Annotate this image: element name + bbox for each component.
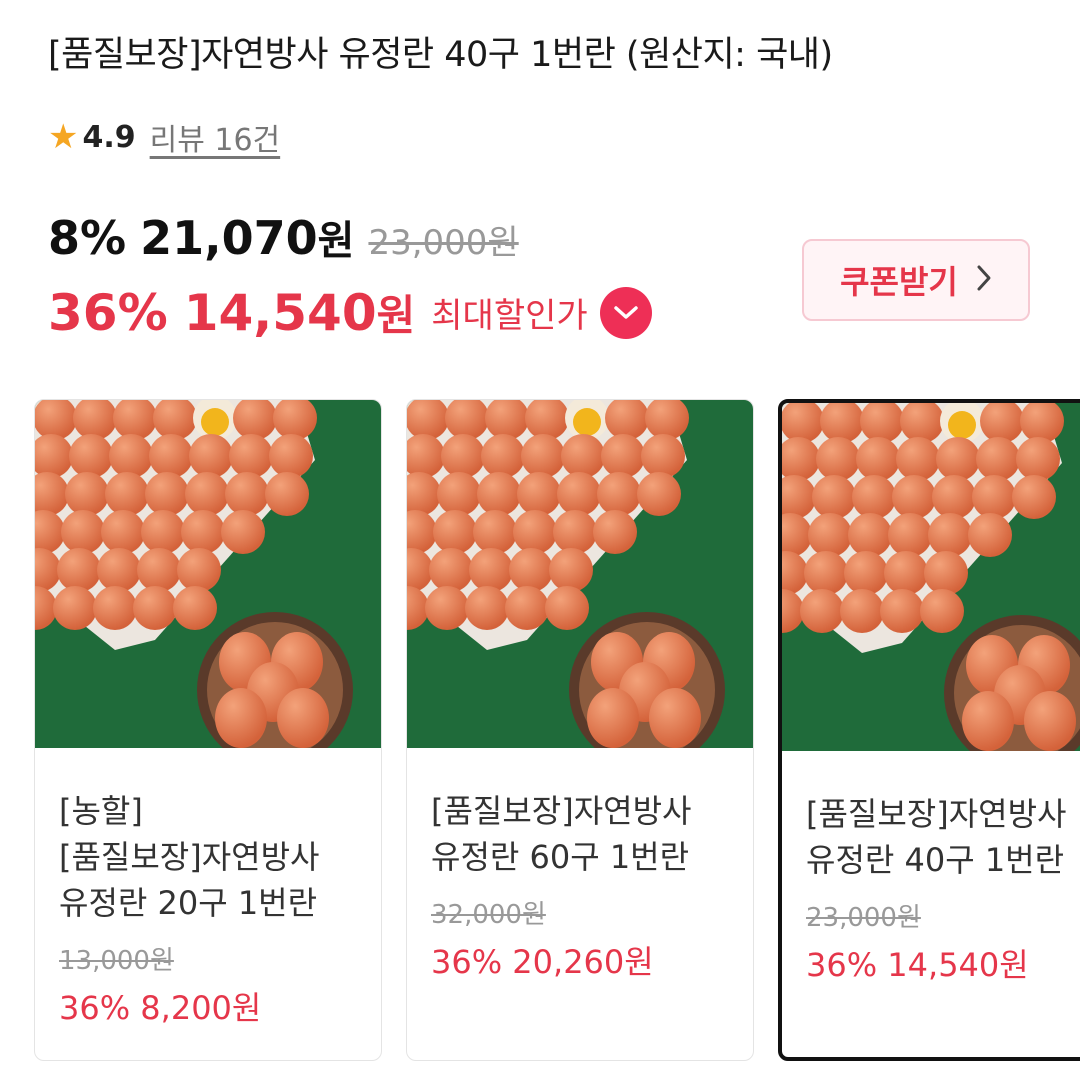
max-discount-rate: 36% [48, 283, 168, 342]
currency-label: 원 [317, 218, 355, 264]
rating-score: 4.9 [82, 119, 136, 155]
option-sale-price: 36% 20,260원 [431, 943, 654, 981]
option-title: [농할] [품질보장]자연방사 유정란 20구 1번란 [59, 792, 320, 922]
star-icon: ★ [48, 117, 79, 157]
option-original-price: 13,000원 [59, 946, 174, 976]
discount-rate: 8% [48, 211, 127, 265]
coupon-label: 쿠폰받기 [840, 263, 958, 301]
option-original-price: 23,000원 [806, 903, 921, 933]
product-image [35, 400, 381, 748]
product-title: [품질보장]자연방사 유정란 40구 1번란 (원산지: 국내) [48, 35, 833, 75]
sale-price: 21,070 [140, 211, 318, 265]
product-image [782, 403, 1080, 751]
option-original-price: 32,000원 [431, 900, 546, 930]
option-card-selected[interactable]: [품질보장]자연방사 유정란 40구 1번란 23,000원 36% 14,54… [778, 399, 1080, 1061]
coupon-button[interactable]: 쿠폰받기 [802, 239, 1030, 321]
rating-row: ★ 4.9 리뷰 16건 [48, 115, 280, 159]
chevron-down-circle-icon[interactable] [599, 286, 652, 339]
max-currency-label: 원 [376, 291, 416, 340]
max-discount-row: 36% 14,540 원 최대할인가 [48, 282, 652, 343]
price-row: 8% 21,070 원 23,000원 [48, 208, 519, 266]
product-image [407, 400, 753, 748]
option-sale-price: 36% 14,540원 [806, 946, 1029, 984]
option-title: [품질보장]자연방사 유정란 60구 1번란 [431, 792, 692, 876]
max-discount-price: 14,540 [183, 283, 377, 342]
chevron-right-icon [976, 263, 992, 297]
max-discount-label: 최대할인가 [431, 296, 588, 336]
option-card[interactable]: [품질보장]자연방사 유정란 60구 1번란 32,000원 36% 20,26… [406, 399, 754, 1061]
option-card[interactable]: [농할] [품질보장]자연방사 유정란 20구 1번란 13,000원 36% … [34, 399, 382, 1061]
review-count-link[interactable]: 리뷰 16건 [150, 115, 281, 159]
option-sale-price: 36% 8,200원 [59, 989, 262, 1027]
original-price: 23,000원 [368, 223, 519, 263]
option-title: [품질보장]자연방사 유정란 40구 1번란 [806, 795, 1067, 879]
